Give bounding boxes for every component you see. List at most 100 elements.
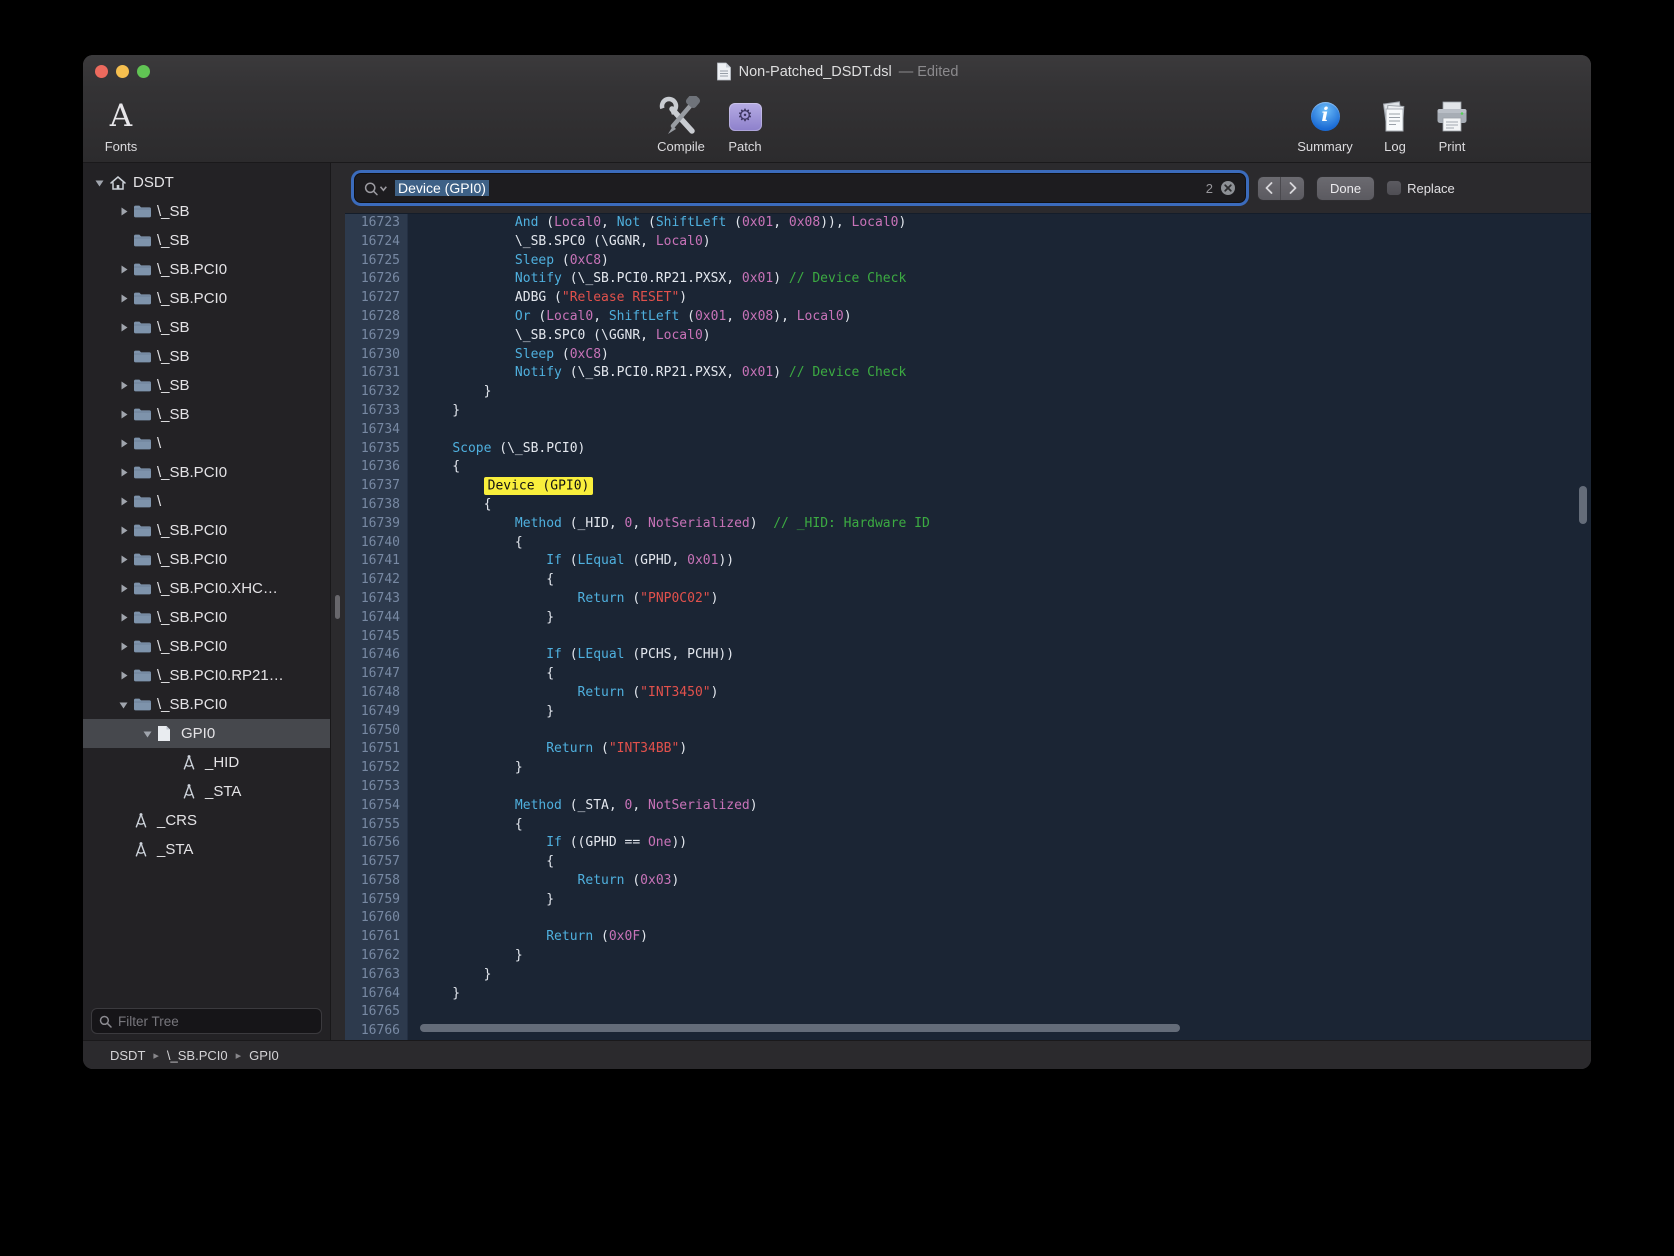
patch-button[interactable]: ⚙ Patch <box>713 95 777 154</box>
tree-item[interactable]: \_SB.PCI0 <box>83 458 330 487</box>
tree-item[interactable]: \_SB.PCI0 <box>83 603 330 632</box>
tree-item[interactable]: \_SB <box>83 371 330 400</box>
compile-button[interactable]: Compile <box>649 95 713 154</box>
disclosure-collapsed-icon[interactable] <box>114 293 133 304</box>
disclosure-expanded-icon[interactable] <box>90 178 109 188</box>
tree-item[interactable]: \_SB <box>83 313 330 342</box>
disclosure-collapsed-icon[interactable] <box>114 496 133 507</box>
tree-item[interactable]: DSDT <box>83 168 330 197</box>
search-icon[interactable] <box>364 181 388 196</box>
tree-item[interactable]: \_SB.PCI0 <box>83 545 330 574</box>
tree-item-label: \_SB.PCI0 <box>157 522 227 539</box>
tree-item[interactable]: _STA <box>83 835 330 864</box>
filter-tree-field[interactable] <box>91 1008 322 1034</box>
window-title: Non-Patched_DSDT.dsl <box>739 64 892 80</box>
tree-item[interactable]: \_SB.PCI0 <box>83 516 330 545</box>
folder-icon <box>133 552 157 567</box>
code-line: 16742 { <box>345 571 1591 590</box>
disclosure-collapsed-icon[interactable] <box>114 554 133 565</box>
disclosure-collapsed-icon[interactable] <box>114 380 133 391</box>
pane-splitter[interactable] <box>330 163 345 1040</box>
find-previous-button[interactable] <box>1258 177 1281 200</box>
close-button[interactable] <box>95 65 108 78</box>
tree-item[interactable]: \_SB.PCI0.XHC… <box>83 574 330 603</box>
code-text <box>408 722 421 741</box>
line-number: 16749 <box>345 703 408 722</box>
tree-item[interactable]: \_SB.PCI0.RP21… <box>83 661 330 690</box>
print-button[interactable]: Print <box>1420 95 1484 154</box>
breadcrumb-item[interactable]: \_SB.PCI0 <box>167 1048 228 1063</box>
code-line: 16751 Return ("INT34BB") <box>345 740 1591 759</box>
breadcrumb: DSDT▸\_SB.PCI0▸GPI0 <box>110 1048 279 1063</box>
code-line: 16732 } <box>345 383 1591 402</box>
folder-icon <box>133 697 157 712</box>
zoom-button[interactable] <box>137 65 150 78</box>
tree-item[interactable]: \_SB.PCI0 <box>83 632 330 661</box>
code-line: 16737 Device (GPI0) <box>345 477 1591 496</box>
disclosure-collapsed-icon[interactable] <box>114 438 133 449</box>
folder-icon <box>133 407 157 422</box>
folder-icon <box>133 291 157 306</box>
vertical-scrollbar[interactable] <box>1579 486 1587 524</box>
tree-item[interactable]: \_SB <box>83 197 330 226</box>
folder-icon <box>133 204 157 219</box>
disclosure-collapsed-icon[interactable] <box>114 612 133 623</box>
tree-item[interactable]: \_SB.PCI0 <box>83 690 330 719</box>
code-line: 16734 <box>345 421 1591 440</box>
disclosure-collapsed-icon[interactable] <box>114 525 133 536</box>
tree-item[interactable]: _CRS <box>83 806 330 835</box>
replace-checkbox[interactable] <box>1387 181 1401 195</box>
minimize-button[interactable] <box>116 65 129 78</box>
tree-item[interactable]: \_SB.PCI0 <box>83 255 330 284</box>
tree-item[interactable]: _HID <box>83 748 330 777</box>
code-line: 16764 } <box>345 985 1591 1004</box>
code-line: 16739 Method (_HID, 0, NotSerialized) //… <box>345 515 1591 534</box>
code-line: 16740 { <box>345 534 1591 553</box>
folder-icon <box>133 233 157 248</box>
summary-button[interactable]: i Summary <box>1293 95 1357 154</box>
code-line: 16759 } <box>345 891 1591 910</box>
disclosure-collapsed-icon[interactable] <box>114 467 133 478</box>
code-text <box>408 1003 421 1022</box>
disclosure-collapsed-icon[interactable] <box>114 264 133 275</box>
disclosure-collapsed-icon[interactable] <box>114 206 133 217</box>
horizontal-scrollbar[interactable] <box>420 1024 1180 1032</box>
done-button[interactable]: Done <box>1317 177 1374 200</box>
disclosure-collapsed-icon[interactable] <box>114 641 133 652</box>
code-text: Sleep (0xC8) <box>408 252 609 271</box>
splitter-handle-icon[interactable] <box>335 595 340 619</box>
fonts-button[interactable]: A Fonts <box>89 95 153 154</box>
clear-search-button[interactable] <box>1220 180 1236 196</box>
tree-item[interactable]: \_SB <box>83 226 330 255</box>
search-query-text: Device (GPI0) <box>395 180 1199 196</box>
code-editor[interactable]: 16723 And (Local0, Not (ShiftLeft (0x01,… <box>345 213 1591 1040</box>
breadcrumb-item[interactable]: DSDT <box>110 1048 145 1063</box>
line-number: 16728 <box>345 308 408 327</box>
folder-icon <box>133 262 157 277</box>
disclosure-expanded-icon[interactable] <box>114 700 133 710</box>
filter-input[interactable] <box>118 1014 314 1029</box>
disclosure-collapsed-icon[interactable] <box>114 409 133 420</box>
find-next-button[interactable] <box>1281 177 1304 200</box>
tree-item[interactable]: \_SB <box>83 400 330 429</box>
breadcrumb-item[interactable]: GPI0 <box>249 1048 279 1063</box>
fonts-icon: A <box>110 101 132 132</box>
disclosure-collapsed-icon[interactable] <box>114 322 133 333</box>
line-number: 16736 <box>345 458 408 477</box>
disclosure-collapsed-icon[interactable] <box>114 583 133 594</box>
code-line: 16738 { <box>345 496 1591 515</box>
code-text: Or (Local0, ShiftLeft (0x01, 0x08), Loca… <box>408 308 852 327</box>
tree-item[interactable]: \_SB <box>83 342 330 371</box>
tree-item[interactable]: \ <box>83 429 330 458</box>
code-line: 16747 { <box>345 665 1591 684</box>
disclosure-collapsed-icon[interactable] <box>114 670 133 681</box>
disclosure-expanded-icon[interactable] <box>138 729 157 739</box>
tree-item[interactable]: GPI0 <box>83 719 330 748</box>
tree-item[interactable]: \ <box>83 487 330 516</box>
search-input[interactable]: Device (GPI0) 2 <box>355 174 1245 202</box>
line-number: 16758 <box>345 872 408 891</box>
log-button[interactable]: Log <box>1363 95 1427 154</box>
tree-item[interactable]: \_SB.PCI0 <box>83 284 330 313</box>
tree-item[interactable]: _STA <box>83 777 330 806</box>
maciasl-window: Non-Patched_DSDT.dsl — Edited A Fonts Co… <box>83 55 1591 1069</box>
